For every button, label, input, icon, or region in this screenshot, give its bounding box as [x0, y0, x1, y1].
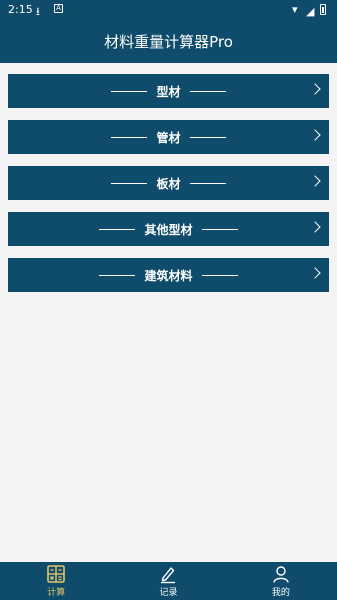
material-menu: 型材 管材 板材 其他型材 建筑材料	[8, 74, 329, 304]
page-title: 材料重量计算器Pro	[104, 33, 233, 51]
calculator-icon	[47, 565, 65, 583]
edit-icon	[161, 567, 176, 584]
divider-line	[201, 274, 238, 276]
status-time: 2:15	[8, 3, 33, 16]
tab-mine[interactable]: 我的	[225, 562, 337, 600]
divider-line	[189, 136, 226, 138]
menu-item-profile[interactable]: 型材	[8, 74, 329, 108]
chevron-right-icon	[309, 267, 321, 279]
menu-item-label: 其他型材	[144, 222, 193, 237]
divider-line	[189, 182, 226, 184]
signal-icon: ◢	[306, 5, 315, 18]
status-bar: 2:15 ⭳ A ▾ ◢	[0, 0, 337, 20]
tab-calculate[interactable]: 计算	[0, 562, 112, 600]
divider-line	[201, 228, 238, 230]
chevron-right-icon	[309, 175, 321, 187]
notification-icon: A	[54, 4, 63, 13]
tab-label: 计算	[47, 588, 66, 598]
chevron-right-icon	[309, 129, 321, 141]
menu-item-label: 管材	[156, 130, 181, 145]
tab-records[interactable]: 记录	[112, 562, 224, 600]
menu-item-label: 建筑材料	[144, 268, 193, 283]
tab-label: 记录	[159, 588, 178, 598]
chevron-right-icon	[309, 221, 321, 233]
divider-line	[189, 90, 226, 92]
menu-item-pipe[interactable]: 管材	[8, 120, 329, 154]
app-bar: 材料重量计算器Pro	[0, 20, 337, 63]
divider-line	[111, 136, 148, 138]
wifi-icon: ▾	[292, 3, 298, 16]
bottom-tab-bar: 计算 记录 我的	[0, 562, 337, 600]
divider-line	[99, 274, 136, 276]
menu-item-other-profile[interactable]: 其他型材	[8, 212, 329, 246]
menu-item-label: 板材	[156, 176, 181, 191]
divider-line	[111, 182, 148, 184]
chevron-right-icon	[309, 83, 321, 95]
user-icon	[273, 566, 289, 583]
divider-line	[99, 228, 136, 230]
divider-line	[111, 90, 148, 92]
battery-icon	[320, 4, 326, 15]
menu-item-building-material[interactable]: 建筑材料	[8, 258, 329, 292]
menu-item-plate[interactable]: 板材	[8, 166, 329, 200]
tab-label: 我的	[271, 588, 290, 598]
menu-item-label: 型材	[156, 84, 181, 99]
